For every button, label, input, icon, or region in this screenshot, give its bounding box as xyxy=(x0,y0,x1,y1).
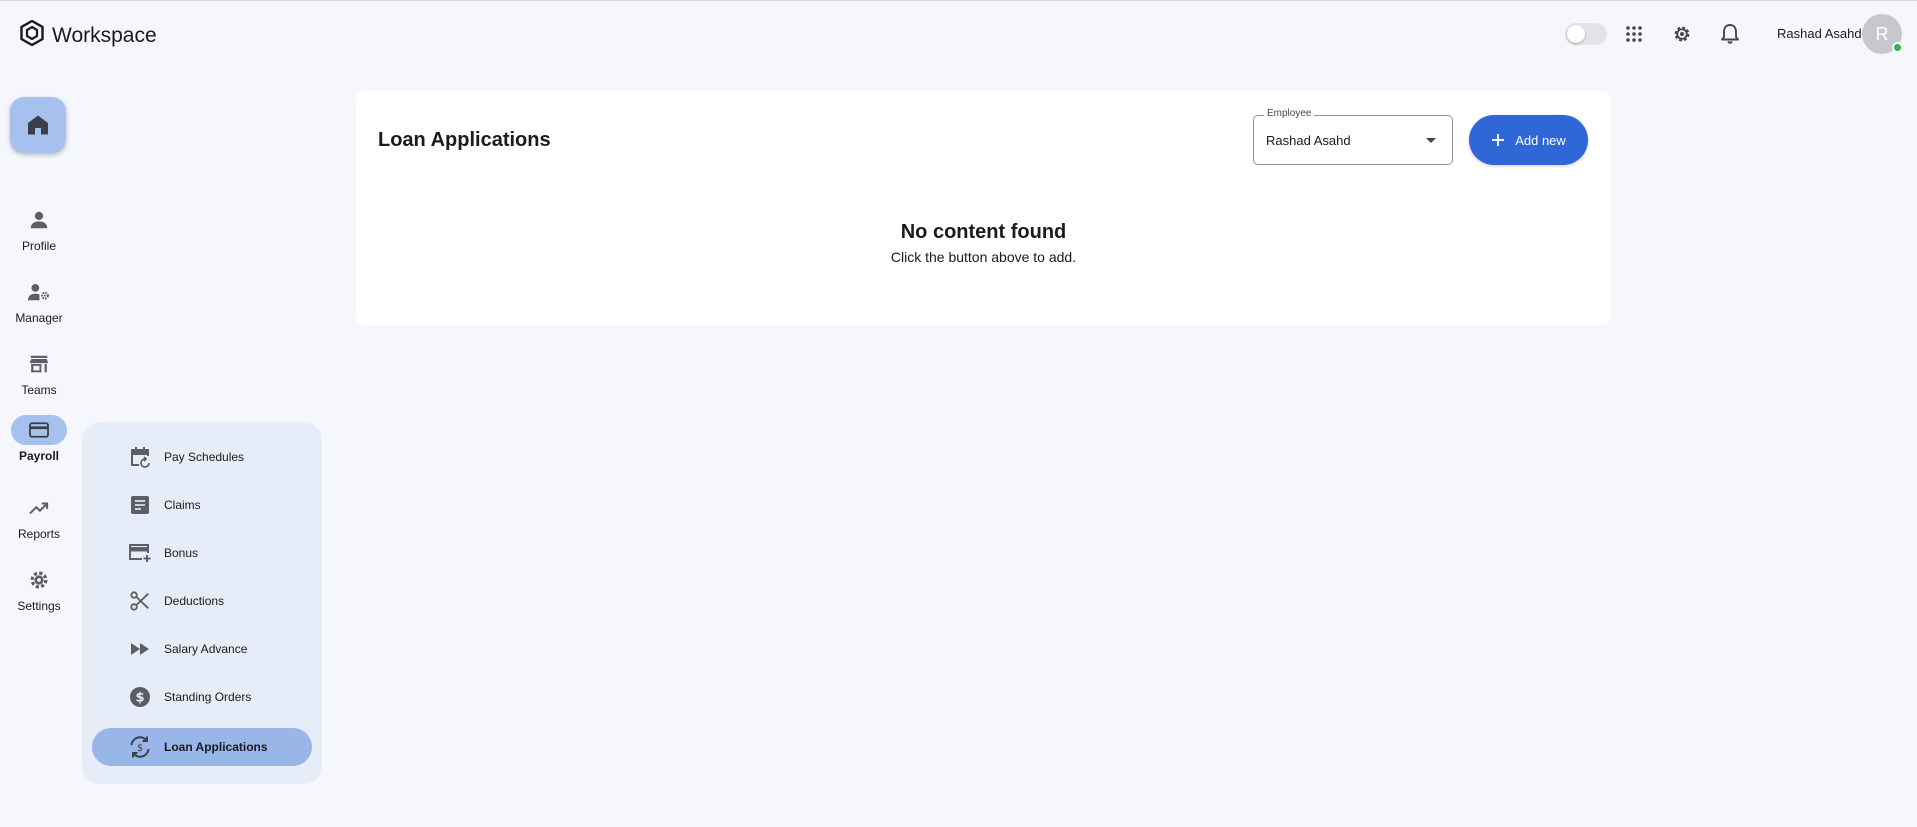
submenu-item-pay-schedules[interactable]: Pay Schedules xyxy=(92,438,312,476)
submenu-label: Claims xyxy=(164,498,201,512)
rail-item-reports[interactable]: Reports xyxy=(0,493,78,541)
bell-icon[interactable] xyxy=(1717,21,1743,47)
submenu-label: Deductions xyxy=(164,594,225,608)
avatar[interactable]: R xyxy=(1862,14,1903,54)
workspace-logo-icon xyxy=(20,19,44,51)
trending-up-icon xyxy=(11,493,67,523)
submenu-label: Loan Applications xyxy=(164,740,268,754)
chevron-down-icon xyxy=(1426,138,1436,143)
user-name[interactable]: Rashad Asahd xyxy=(1777,26,1862,41)
rail-label: Teams xyxy=(21,383,57,397)
add-new-label: Add new xyxy=(1515,132,1566,148)
submenu-label: Standing Orders xyxy=(164,690,252,704)
rail-label: Settings xyxy=(17,599,61,613)
submenu-item-loan-applications[interactable]: $ Loan Applications xyxy=(92,728,312,766)
rail-label: Profile xyxy=(21,239,56,253)
dollar-sync-icon: $ xyxy=(126,733,154,761)
svg-text:$: $ xyxy=(135,691,144,706)
rail-label: Reports xyxy=(17,527,61,541)
empty-state-subtitle: Click the button above to add. xyxy=(890,249,1077,265)
dollar-circle-icon: $ xyxy=(126,683,154,711)
brand[interactable]: Workspace xyxy=(20,19,157,51)
document-icon xyxy=(126,491,154,519)
rail-label: Payroll xyxy=(18,449,60,463)
employee-select[interactable]: Employee Rashad Asahd xyxy=(1253,108,1453,165)
card-plus-icon xyxy=(126,539,154,567)
submenu-item-bonus[interactable]: Bonus xyxy=(92,534,312,572)
gear-icon xyxy=(11,565,67,595)
submenu-item-standing-orders[interactable]: $ Standing Orders xyxy=(92,678,312,716)
avatar-initial: R xyxy=(1875,23,1889,44)
apps-grid-icon[interactable] xyxy=(1621,21,1647,47)
loan-applications-card: Loan Applications Employee Rashad Asahd … xyxy=(356,91,1611,325)
employee-select-value: Rashad Asahd xyxy=(1266,133,1351,148)
card-icon xyxy=(11,415,67,445)
home-button[interactable] xyxy=(10,97,66,153)
nav-rail: Profile Manager Teams Payroll Reports Se… xyxy=(0,65,78,827)
payroll-submenu: Pay Schedules Claims Bonus Deductions Sa… xyxy=(82,422,322,784)
submenu-label: Bonus xyxy=(164,546,199,560)
theme-toggle[interactable] xyxy=(1565,23,1607,45)
page-title: Loan Applications xyxy=(378,129,551,151)
add-new-button[interactable]: Add new xyxy=(1469,115,1588,165)
fast-forward-icon xyxy=(126,635,154,663)
top-bar: Workspace Rashad Asahd R xyxy=(0,0,1917,65)
online-status-dot xyxy=(1892,42,1903,53)
rail-label: Manager xyxy=(15,311,63,325)
manager-icon xyxy=(11,277,67,307)
rail-item-profile[interactable]: Profile xyxy=(0,205,78,253)
empty-state-title: No content found xyxy=(900,221,1067,243)
store-icon xyxy=(11,349,67,379)
calendar-refresh-icon xyxy=(126,443,154,471)
rail-item-payroll[interactable]: Payroll xyxy=(0,415,78,463)
employee-select-label: Employee xyxy=(1264,108,1315,119)
gear-icon[interactable] xyxy=(1669,21,1695,47)
rail-item-teams[interactable]: Teams xyxy=(0,349,78,397)
scissors-icon xyxy=(126,587,154,615)
person-icon xyxy=(11,205,67,235)
rail-item-manager[interactable]: Manager xyxy=(0,277,78,325)
home-icon xyxy=(28,115,48,135)
svg-text:$: $ xyxy=(137,743,143,754)
toggle-knob xyxy=(1567,25,1585,43)
submenu-label: Salary Advance xyxy=(164,642,248,656)
plus-icon xyxy=(1492,134,1505,146)
rail-item-settings[interactable]: Settings xyxy=(0,565,78,613)
submenu-item-deductions[interactable]: Deductions xyxy=(92,582,312,620)
submenu-item-claims[interactable]: Claims xyxy=(92,486,312,524)
submenu-label: Pay Schedules xyxy=(164,450,245,464)
app-title: Workspace xyxy=(52,23,157,47)
submenu-item-salary-advance[interactable]: Salary Advance xyxy=(92,630,312,668)
